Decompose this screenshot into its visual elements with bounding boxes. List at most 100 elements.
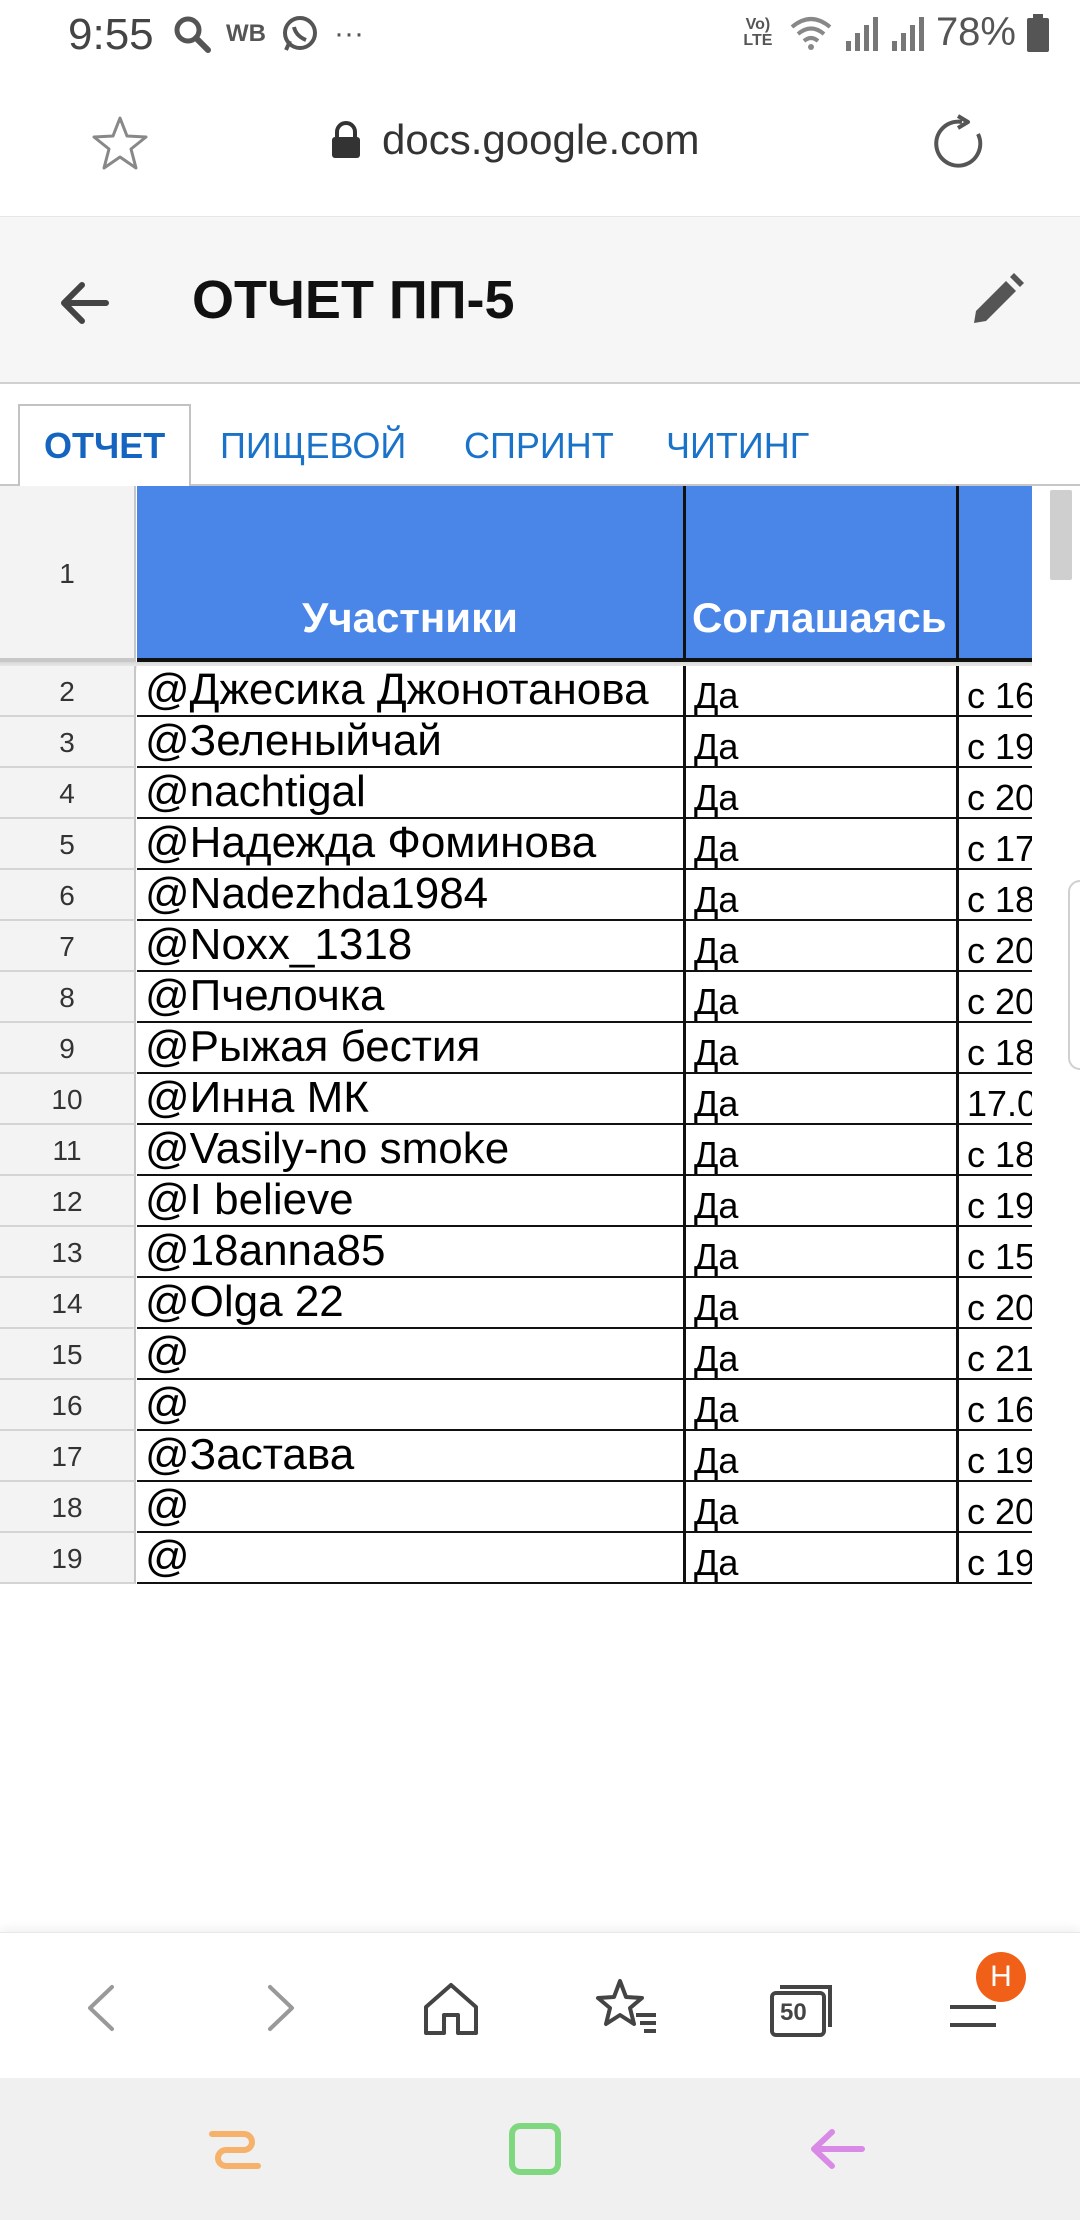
date-cell[interactable]: с 18 <box>959 1125 1032 1176</box>
date-cell[interactable]: с 20 <box>959 1482 1032 1533</box>
agree-cell[interactable]: Да <box>686 972 959 1023</box>
row-header[interactable]: 11 <box>0 1125 136 1176</box>
row-header[interactable]: 8 <box>0 972 136 1023</box>
tab-sprint[interactable]: СПРИНТ <box>440 406 638 486</box>
vertical-scrollbar[interactable] <box>1050 490 1072 580</box>
participant-cell[interactable]: @Noxx_1318 <box>137 921 686 972</box>
date-cell[interactable]: с 20 <box>959 921 1032 972</box>
participant-cell[interactable]: @ <box>137 1482 686 1533</box>
date-cell[interactable]: с 18 <box>959 1023 1032 1074</box>
row-header[interactable]: 16 <box>0 1380 136 1431</box>
agree-cell[interactable]: Да <box>686 1176 959 1227</box>
row-header[interactable]: 14 <box>0 1278 136 1329</box>
date-cell[interactable]: с 20 <box>959 972 1032 1023</box>
date-cell[interactable]: с 16 <box>959 1380 1032 1431</box>
agree-cell[interactable]: Да <box>686 1533 959 1584</box>
row-header[interactable]: 18 <box>0 1482 136 1533</box>
status-system-icons: Vo) LTE 78% <box>738 10 1050 55</box>
participant-cell[interactable]: @Зеленыйчай <box>137 717 686 768</box>
agree-cell[interactable]: Да <box>686 768 959 819</box>
agree-cell[interactable]: Да <box>686 1227 959 1278</box>
back-icon[interactable] <box>68 1973 138 2043</box>
date-cell[interactable]: с 15 <box>959 1227 1032 1278</box>
participant-cell[interactable]: @Инна МК <box>137 1074 686 1125</box>
back-button-icon[interactable] <box>802 2114 872 2184</box>
date-cell[interactable]: с 19 <box>959 1533 1032 1584</box>
agree-cell[interactable]: Да <box>686 1482 959 1533</box>
agree-cell[interactable]: Да <box>686 717 959 768</box>
row-header[interactable]: 17 <box>0 1431 136 1482</box>
row-header[interactable]: 15 <box>0 1329 136 1380</box>
home-button-icon[interactable] <box>500 2114 570 2184</box>
agree-cell[interactable]: Да <box>686 666 959 717</box>
participant-cell[interactable]: @Надежда Фоминова <box>137 819 686 870</box>
row-header[interactable]: 7 <box>0 921 136 972</box>
agree-cell[interactable]: Да <box>686 1074 959 1125</box>
agree-cell[interactable]: Да <box>686 1125 959 1176</box>
home-icon[interactable] <box>416 1973 486 2043</box>
whatsapp-icon <box>282 16 317 51</box>
row-header[interactable]: 5 <box>0 819 136 870</box>
participant-cell[interactable]: @ <box>137 1380 686 1431</box>
participant-cell[interactable]: @Nadezhda1984 <box>137 870 686 921</box>
participant-cell[interactable]: @nachtigal <box>137 768 686 819</box>
agree-cell[interactable]: Да <box>686 1431 959 1482</box>
reload-icon[interactable] <box>928 112 992 176</box>
date-cell[interactable]: с 18 <box>959 870 1032 921</box>
forward-icon[interactable] <box>244 1973 314 2043</box>
row-header[interactable]: 9 <box>0 1023 136 1074</box>
edit-pencil-icon[interactable] <box>964 269 1028 333</box>
tab-otchet[interactable]: ОТЧЕТ <box>18 404 192 486</box>
row-header[interactable]: 19 <box>0 1533 136 1584</box>
agree-cell[interactable]: Да <box>686 1380 959 1431</box>
date-cell[interactable]: с 20 <box>959 1278 1032 1329</box>
recent-apps-icon[interactable] <box>200 2114 270 2184</box>
signal-icon <box>845 16 878 51</box>
date-cell[interactable]: с 20 <box>959 768 1032 819</box>
date-cell[interactable]: 17.0 <box>959 1074 1032 1125</box>
row-header[interactable]: 2 <box>0 666 136 717</box>
participant-cell[interactable]: @Olga 22 <box>137 1278 686 1329</box>
agree-cell[interactable]: Да <box>686 921 959 972</box>
status-time: 9:55 <box>68 10 154 59</box>
row-header[interactable]: 6 <box>0 870 136 921</box>
participant-cell[interactable]: @18anna85 <box>137 1227 686 1278</box>
tab-chiting[interactable]: ЧИТИНГ <box>642 406 833 486</box>
participant-cell[interactable]: @ <box>137 1329 686 1380</box>
participant-cell[interactable]: @Vasily-no smoke <box>137 1125 686 1176</box>
participant-cell[interactable]: @Джесика Джонотанова <box>137 666 686 717</box>
date-cell[interactable]: с 19 <box>959 1431 1032 1482</box>
row-header[interactable]: 4 <box>0 768 136 819</box>
date-cell[interactable]: с 16 <box>959 666 1032 717</box>
date-cell[interactable]: с 17 <box>959 819 1032 870</box>
date-cell[interactable]: с 21 <box>959 1329 1032 1380</box>
participant-cell[interactable]: @Рыжая бестия <box>137 1023 686 1074</box>
row-header[interactable]: 13 <box>0 1227 136 1278</box>
agree-cell[interactable]: Да <box>686 870 959 921</box>
tabs-button[interactable]: 50 <box>766 1973 836 2043</box>
tab-pishchevoy[interactable]: ПИЩЕВОЙ <box>196 406 430 486</box>
row-header[interactable]: 3 <box>0 717 136 768</box>
row-header[interactable]: 1 <box>0 486 136 662</box>
agree-cell[interactable]: Да <box>686 819 959 870</box>
lock-icon <box>332 121 360 158</box>
agree-cell[interactable]: Да <box>686 1329 959 1380</box>
agree-cell[interactable]: Да <box>686 1023 959 1074</box>
row-header[interactable]: 10 <box>0 1074 136 1125</box>
participant-cell[interactable]: @Застава <box>137 1431 686 1482</box>
participant-cell[interactable]: @ <box>137 1533 686 1584</box>
bookmark-star-icon[interactable] <box>90 114 150 174</box>
edge-panel-handle[interactable] <box>1068 880 1080 1070</box>
participant-cell[interactable]: @Пчелочка <box>137 972 686 1023</box>
column-header-agree[interactable]: Соглашаясь <box>686 486 959 662</box>
agree-cell[interactable]: Да <box>686 1278 959 1329</box>
address-field[interactable]: docs.google.com <box>328 116 700 164</box>
bookmarks-icon[interactable] <box>592 1973 662 2043</box>
participant-cell[interactable]: @I believe <box>137 1176 686 1227</box>
date-cell[interactable]: с 19 <box>959 717 1032 768</box>
column-header-participants[interactable]: Участники <box>137 486 686 662</box>
date-cell[interactable]: с 19 <box>959 1176 1032 1227</box>
column-header-c[interactable] <box>959 486 1032 662</box>
row-header[interactable]: 12 <box>0 1176 136 1227</box>
back-arrow-icon[interactable] <box>52 271 116 335</box>
